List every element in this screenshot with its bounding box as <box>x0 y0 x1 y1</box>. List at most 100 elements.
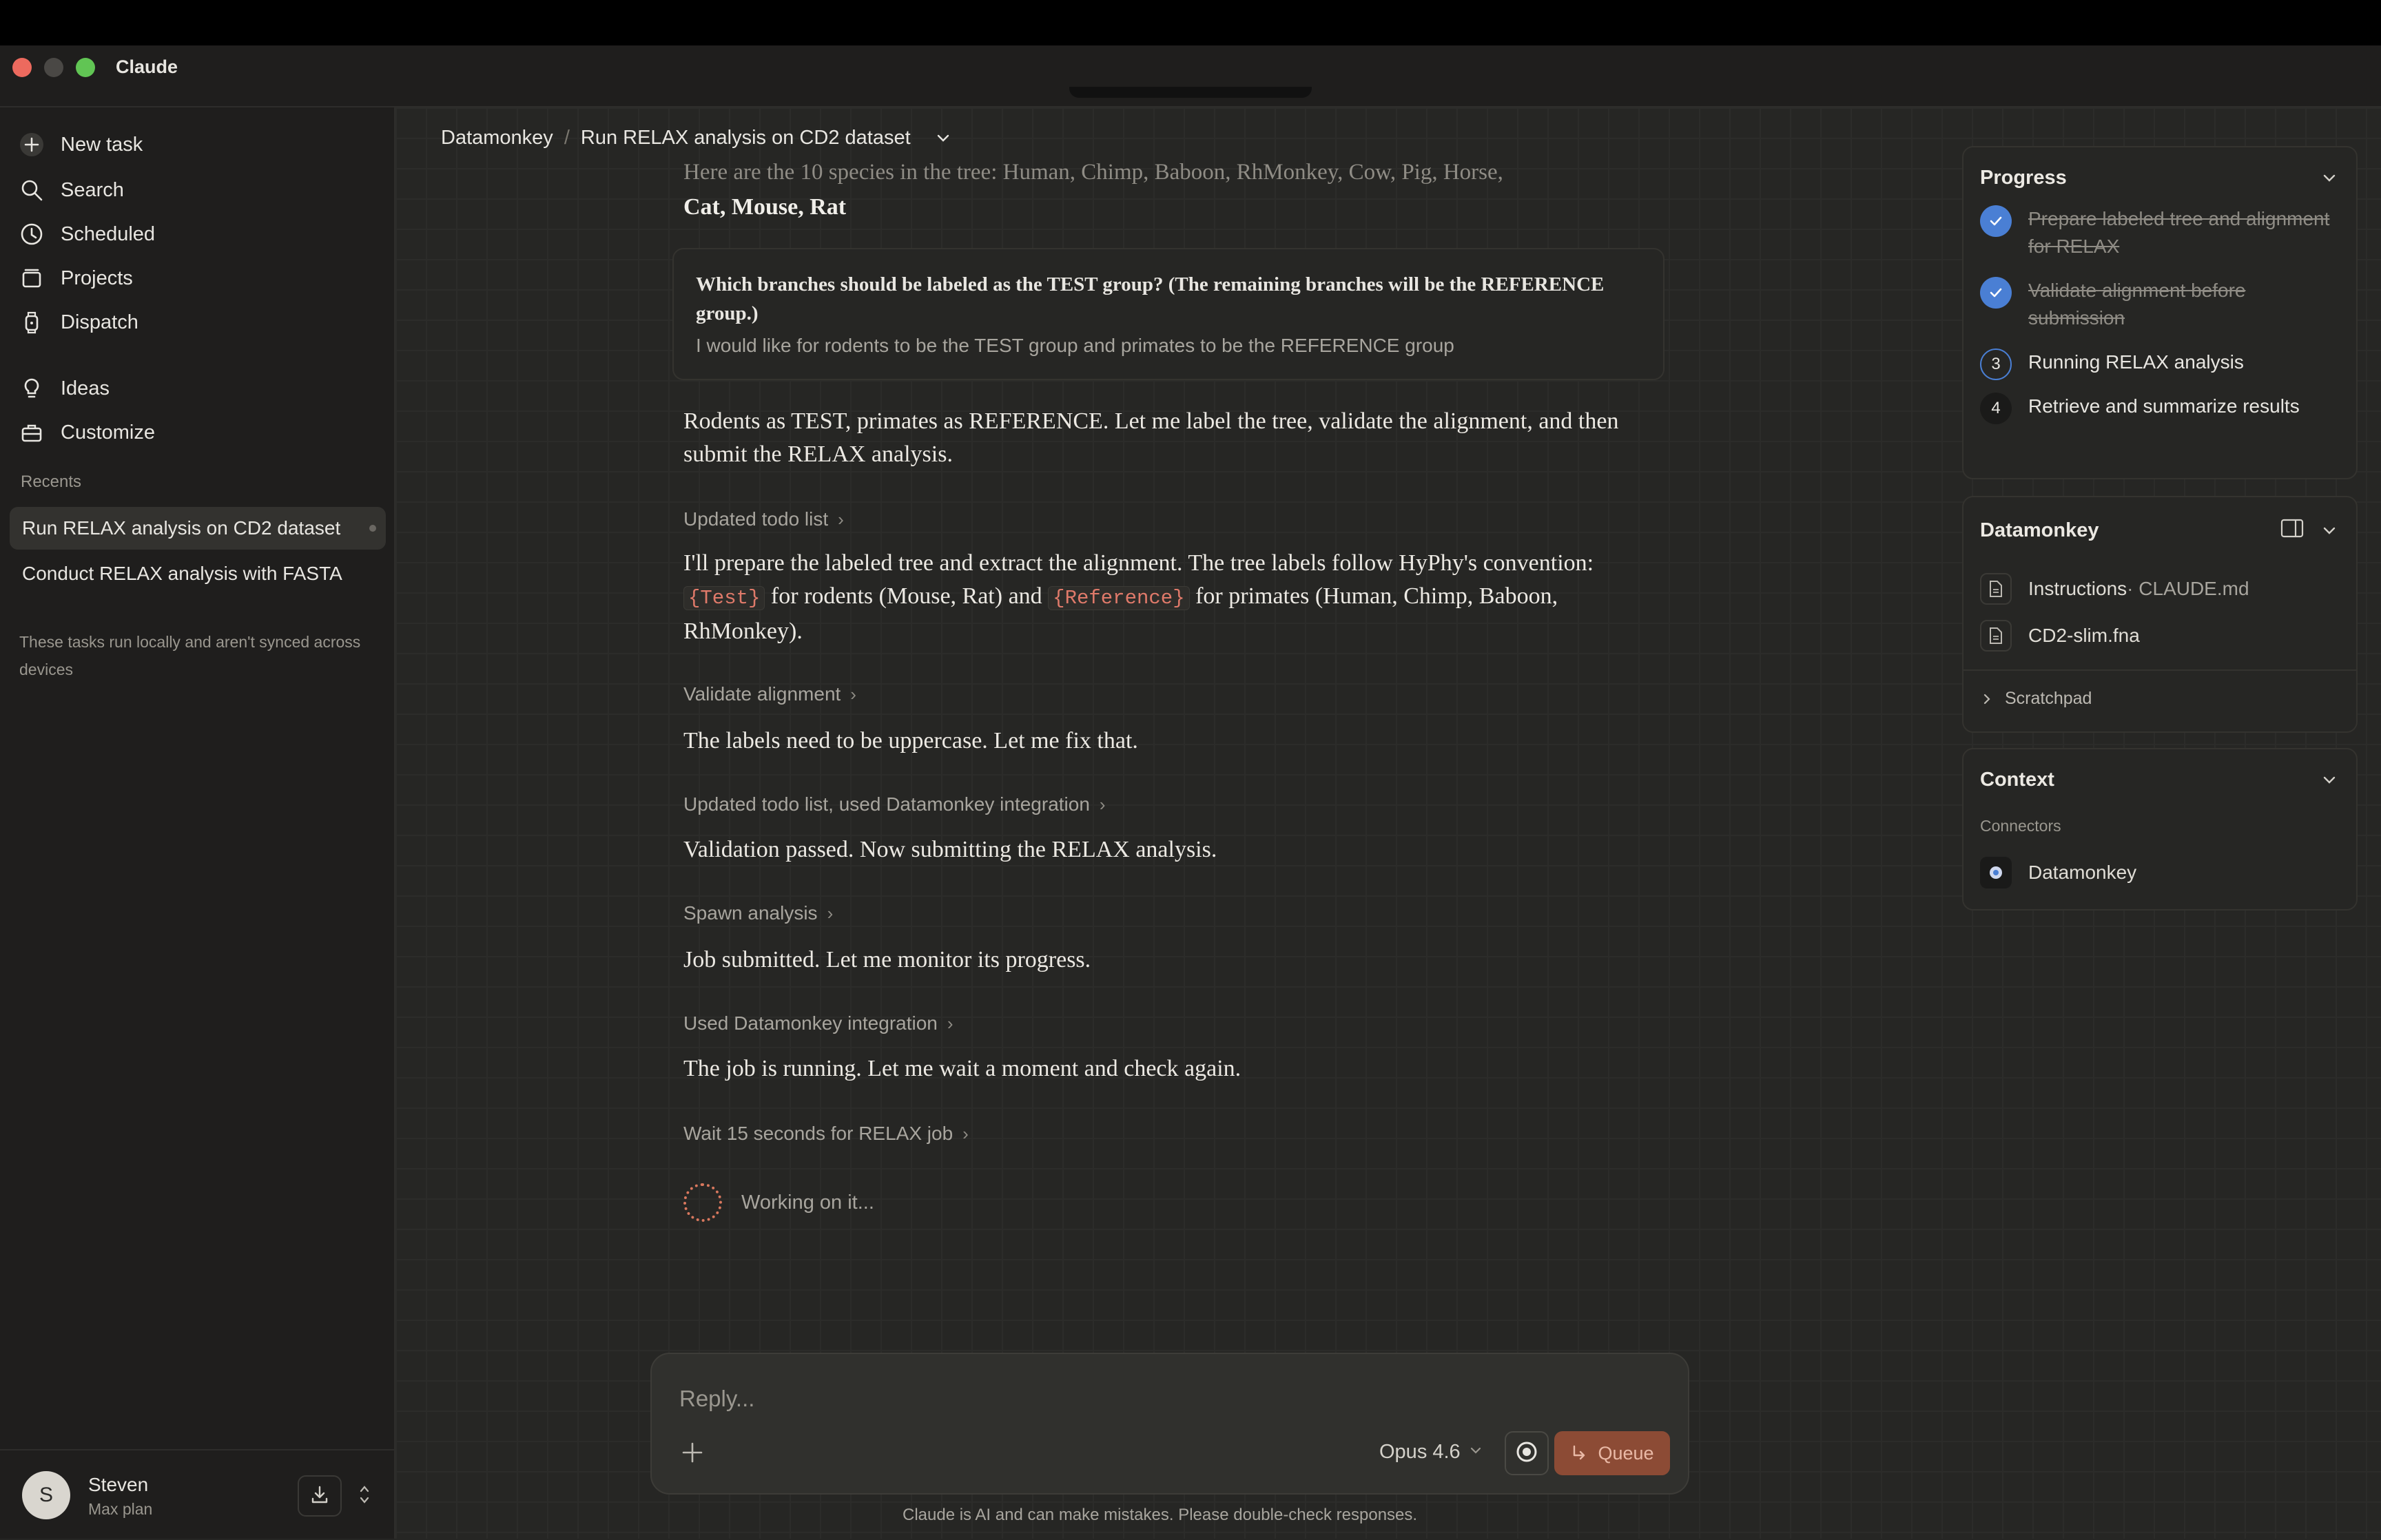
sidebar-item-label: Customize <box>61 421 155 444</box>
record-button[interactable] <box>1505 1431 1549 1475</box>
reply-input[interactable]: Reply... <box>679 1386 754 1412</box>
reply-composer[interactable]: Reply... Opus 4.6 Queue <box>650 1353 1689 1495</box>
tool-call-label: Updated todo list, used Datamonkey integ… <box>683 793 1090 815</box>
sidebar-item-projects[interactable]: Projects <box>17 259 375 298</box>
chevron-down-icon[interactable] <box>2319 770 2340 791</box>
sidebar-item-label: Ideas <box>61 377 110 399</box>
scratchpad-toggle[interactable]: Scratchpad <box>1980 689 2092 709</box>
minimize-window-button[interactable] <box>44 58 63 77</box>
chevron-right-icon <box>1980 692 1994 706</box>
assistant-message: Rodents as TEST, primates as REFERENCE. … <box>683 408 1619 467</box>
assistant-message: Validation passed. Now submitting the RE… <box>683 837 1217 862</box>
sidebar-item-customize[interactable]: Customize <box>17 413 375 452</box>
connectors-label: Connectors <box>1980 817 2061 835</box>
maximize-window-button[interactable] <box>76 58 95 77</box>
inline-code: {Reference} <box>1048 586 1190 610</box>
workspace-card: Datamonkey Instructions · CLAUDE.md CD2-… <box>1962 496 2358 733</box>
recent-item-active[interactable]: Run RELAX analysis on CD2 dataset <box>10 507 386 550</box>
sidebar-item-new-task[interactable]: New task <box>17 125 375 164</box>
answer-text: I would like for rodents to be the TEST … <box>696 335 1454 356</box>
sidebar-item-ideas[interactable]: Ideas <box>17 369 375 408</box>
tool-call-label: Spawn analysis <box>683 902 818 924</box>
sidebar-item-label: Projects <box>61 267 133 289</box>
sidebar-item-label: New task <box>61 133 143 156</box>
chevron-down-icon <box>1469 1444 1483 1461</box>
tool-call-wait[interactable]: Wait 15 seconds for RELAX job › <box>683 1123 969 1145</box>
breadcrumb-separator: / <box>564 127 570 149</box>
file-subtitle: · CLAUDE.md <box>2127 578 2249 599</box>
progress-step-label: Retrieve and summarize results <box>2028 395 2300 417</box>
tool-call-label: Used Datamonkey integration <box>683 1012 938 1034</box>
recent-item-label: Run RELAX analysis on CD2 dataset <box>22 517 341 539</box>
chevron-updown-icon <box>358 1482 371 1510</box>
queue-arrow-icon <box>1570 1444 1588 1462</box>
breadcrumb-root[interactable]: Datamonkey <box>441 127 553 149</box>
progress-step-label: Validate alignment before submission <box>2028 280 2246 329</box>
tool-call-spawn-analysis[interactable]: Spawn analysis › <box>683 902 833 924</box>
tool-call-used-datamonkey[interactable]: Used Datamonkey integration › <box>683 1012 954 1034</box>
disclaimer: Claude is AI and can make mistakes. Plea… <box>903 1506 1418 1524</box>
progress-step: 4 Retrieve and summarize results <box>1980 393 2338 424</box>
chevron-down-icon[interactable] <box>2319 521 2340 541</box>
chevron-down-icon[interactable] <box>2319 168 2340 189</box>
recent-item-label: Conduct RELAX analysis with FASTA <box>22 563 342 584</box>
sync-note: These tasks run locally and aren't synce… <box>19 633 361 678</box>
progress-step-label: Prepare labeled tree and alignment for R… <box>2028 208 2330 257</box>
close-window-button[interactable] <box>12 58 32 77</box>
watch-icon <box>17 307 47 337</box>
clock-icon <box>17 219 47 249</box>
progress-title: Progress <box>1980 167 2067 189</box>
context-title: Context <box>1980 769 2054 791</box>
step-number-badge: 3 <box>1980 348 2012 380</box>
step-number-badge: 4 <box>1980 393 2012 424</box>
breadcrumb: Datamonkey / Run RELAX analysis on CD2 d… <box>441 127 952 149</box>
chevron-right-icon: › <box>1099 793 1106 815</box>
check-icon <box>1980 277 2012 309</box>
context-card: Context Connectors Datamonkey <box>1962 748 2358 911</box>
model-selector[interactable]: Opus 4.6 <box>1379 1441 1483 1464</box>
briefcase-icon <box>17 417 47 448</box>
add-attachment-button[interactable] <box>681 1439 704 1470</box>
sidebar-item-label: Scheduled <box>61 222 156 245</box>
folder-icon <box>17 263 47 293</box>
sidebar-item-search[interactable]: Search <box>17 171 375 209</box>
document-icon <box>1980 620 2012 652</box>
file-row-instructions[interactable]: Instructions · CLAUDE.md <box>1980 573 2249 605</box>
tool-call-label: Updated todo list <box>683 508 829 530</box>
user-name[interactable]: Steven <box>88 1474 148 1496</box>
status-dot <box>369 525 376 532</box>
tool-call-updated-todo-list[interactable]: Updated todo list › <box>683 508 844 530</box>
assistant-message: The job is running. Let me wait a moment… <box>683 1056 1241 1081</box>
check-icon <box>1980 205 2012 237</box>
chevron-down-icon[interactable] <box>934 129 952 147</box>
camera-notch <box>1069 87 1312 98</box>
recent-item[interactable]: Conduct RELAX analysis with FASTA <box>10 552 386 595</box>
message-text: for rodents (Mouse, Rat) and <box>765 583 1049 609</box>
progress-step: Prepare labeled tree and alignment for R… <box>1980 205 2338 260</box>
download-button[interactable] <box>298 1475 342 1517</box>
record-icon <box>1515 1440 1538 1467</box>
avatar[interactable]: S <box>22 1471 70 1519</box>
species-list-bold: Cat, Mouse, Rat <box>683 194 847 220</box>
plus-icon <box>681 1437 704 1471</box>
sidebar-item-dispatch[interactable]: Dispatch <box>17 303 375 342</box>
sidebar-item-scheduled[interactable]: Scheduled <box>17 215 375 253</box>
account-menu-toggle[interactable] <box>354 1481 375 1511</box>
file-row-cd2[interactable]: CD2-slim.fna <box>1980 620 2140 652</box>
model-label: Opus 4.6 <box>1379 1441 1461 1463</box>
datamonkey-logo-icon <box>1980 857 2012 888</box>
window-titlebar <box>0 45 2381 107</box>
working-label: Working on it... <box>741 1191 874 1214</box>
panel-toggle-icon[interactable] <box>2280 518 2304 539</box>
progress-step-active: 3 Running RELAX analysis <box>1980 348 2338 380</box>
inline-code: {Test} <box>683 586 765 610</box>
connector-datamonkey[interactable]: Datamonkey <box>1980 857 2136 888</box>
tool-call-datamonkey-integration[interactable]: Updated todo list, used Datamonkey integ… <box>683 793 1106 815</box>
chevron-right-icon: › <box>962 1123 969 1144</box>
queue-button[interactable]: Queue <box>1554 1431 1670 1475</box>
connector-name: Datamonkey <box>2028 862 2137 883</box>
tool-call-validate-alignment[interactable]: Validate alignment › <box>683 683 856 705</box>
progress-step: Validate alignment before submission <box>1980 277 2338 332</box>
chevron-right-icon: › <box>827 902 834 924</box>
breadcrumb-current[interactable]: Run RELAX analysis on CD2 dataset <box>581 127 911 149</box>
